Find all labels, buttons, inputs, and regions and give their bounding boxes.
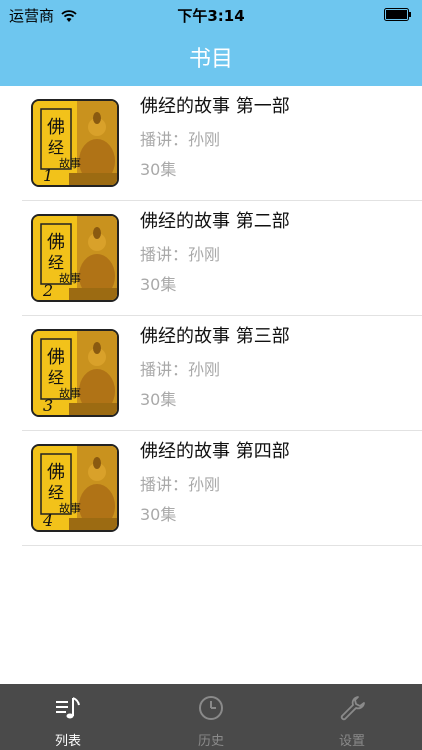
svg-text:佛: 佛 <box>47 232 65 253</box>
svg-text:4: 4 <box>42 511 53 530</box>
book-narrator: 播讲：孙刚 <box>140 130 221 149</box>
svg-text:故事: 故事 <box>59 501 81 515</box>
book-title: 佛经的故事 第二部 <box>140 211 290 232</box>
svg-text:1: 1 <box>43 166 53 185</box>
book-row[interactable]: 佛 经 故事 4 佛经的故事 第四部 播讲：孙刚 30集 <box>22 431 422 546</box>
svg-text:故事: 故事 <box>59 386 81 400</box>
tab-label: 历史 <box>197 734 224 749</box>
tab-history[interactable]: 历史 <box>151 684 271 750</box>
book-title: 佛经的故事 第一部 <box>140 96 290 117</box>
book-episodes: 30集 <box>140 275 177 294</box>
tab-label: 列表 <box>54 734 81 749</box>
tab-bar: 列表 历史 设置 <box>0 684 422 750</box>
wrench-icon <box>340 696 365 721</box>
book-title: 佛经的故事 第三部 <box>140 326 290 347</box>
svg-text:故事: 故事 <box>59 271 81 285</box>
book-row[interactable]: 佛 经 故事 1 佛经的故事 第一部 播讲：孙刚 30集 <box>22 86 422 201</box>
tab-settings[interactable]: 设置 <box>292 684 412 750</box>
music-list-icon <box>56 697 80 719</box>
svg-text:经: 经 <box>48 368 64 387</box>
status-bar: 运营商 下午3:14 <box>0 0 422 30</box>
svg-text:3: 3 <box>43 396 53 415</box>
svg-text:经: 经 <box>48 253 64 272</box>
book-title: 佛经的故事 第四部 <box>140 441 290 462</box>
svg-text:经: 经 <box>48 483 64 502</box>
book-episodes: 30集 <box>140 160 177 179</box>
clock: 下午3:14 <box>177 7 245 25</box>
book-episodes: 30集 <box>140 390 177 409</box>
svg-text:佛: 佛 <box>47 117 65 138</box>
battery-icon <box>384 8 411 21</box>
svg-text:佛: 佛 <box>47 462 65 483</box>
svg-text:2: 2 <box>42 281 53 300</box>
book-narrator: 播讲：孙刚 <box>140 360 221 379</box>
book-list: 佛 经 故事 1 佛经的故事 第一部 播讲：孙刚 30集 佛 经 故事 2 佛经… <box>0 86 422 546</box>
svg-text:经: 经 <box>48 138 64 157</box>
book-cover: 佛 经 故事 2 <box>31 214 119 302</box>
tab-list[interactable]: 列表 <box>8 684 128 750</box>
page-title: 书目 <box>188 47 233 72</box>
book-cover: 佛 经 故事 4 <box>31 444 119 532</box>
clock-icon <box>199 696 223 720</box>
book-cover: 佛 经 故事 3 <box>31 329 119 417</box>
header: 运营商 下午3:14 书目 <box>0 0 422 86</box>
book-narrator: 播讲：孙刚 <box>140 245 221 264</box>
book-row[interactable]: 佛 经 故事 3 佛经的故事 第三部 播讲：孙刚 30集 <box>22 316 422 431</box>
svg-text:故事: 故事 <box>59 156 81 170</box>
book-row[interactable]: 佛 经 故事 2 佛经的故事 第二部 播讲：孙刚 30集 <box>22 201 422 316</box>
book-episodes: 30集 <box>140 505 177 524</box>
book-narrator: 播讲：孙刚 <box>140 475 221 494</box>
book-cover: 佛 经 故事 1 <box>31 99 119 187</box>
tab-label: 设置 <box>338 734 365 749</box>
svg-text:佛: 佛 <box>47 347 65 368</box>
